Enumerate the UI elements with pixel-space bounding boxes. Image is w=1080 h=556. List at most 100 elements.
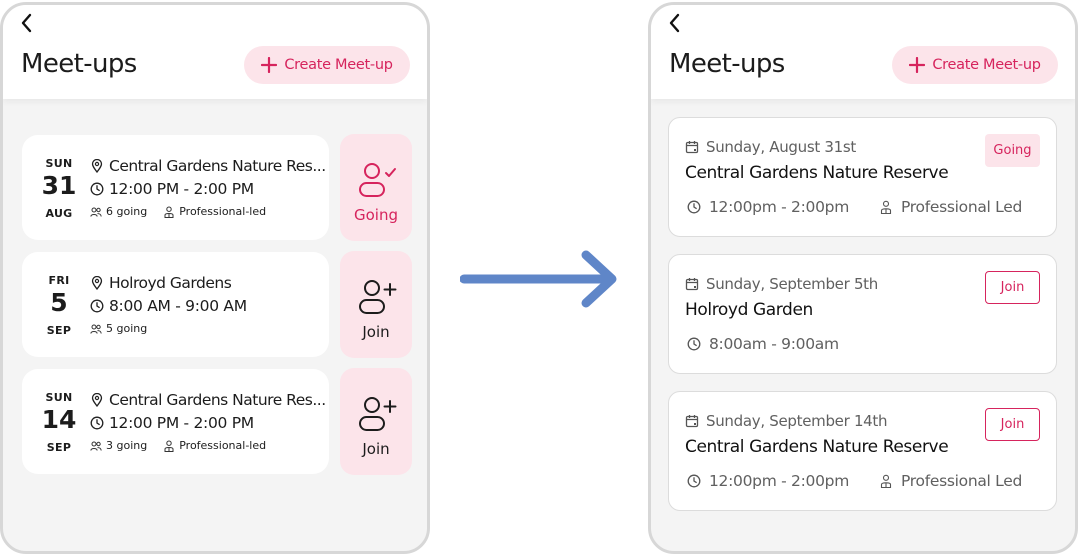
professional-icon — [880, 200, 892, 214]
clock-icon — [90, 299, 104, 313]
going-button[interactable]: Going — [985, 134, 1040, 167]
time-row: 12:00 PM - 2:00 PM — [90, 180, 254, 198]
date-block: FRI 5 SEP — [22, 252, 96, 357]
month: SEP — [46, 324, 72, 337]
clock-icon — [90, 416, 104, 430]
day-of-week: FRI — [48, 274, 70, 287]
meetup-card[interactable]: Sunday, September 14th Central Gardens N… — [668, 391, 1057, 511]
plus-icon — [261, 57, 278, 73]
time: 12:00pm - 2:00pm — [709, 198, 849, 216]
meta-row: 12:00pm - 2:00pm Professional Led — [687, 198, 1022, 216]
date-block: SUN 14 SEP — [22, 369, 96, 474]
create-meetup-button[interactable]: Create Meet-up — [892, 46, 1058, 84]
back-icon[interactable] — [17, 11, 37, 35]
month: AUG — [45, 207, 73, 220]
create-meetup-button[interactable]: Create Meet-up — [244, 46, 410, 84]
attendee-count: 3 going — [106, 439, 148, 452]
location: Holroyd Garden — [685, 300, 813, 320]
professional-tag: Professional Led — [901, 472, 1023, 490]
join-button[interactable]: Join — [340, 368, 412, 475]
meetup-date: Sunday, August 31st — [706, 138, 857, 156]
meetup-card[interactable]: SUN 31 AUG Central Gardens Nature Res...… — [22, 135, 329, 240]
time: 8:00am - 9:00am — [709, 335, 839, 353]
create-meetup-label: Create Meet-up — [932, 57, 1041, 73]
create-meetup-label: Create Meet-up — [284, 57, 393, 73]
location-row: Central Gardens Nature Res... — [90, 157, 326, 175]
people-icon — [90, 441, 102, 451]
day-of-week: SUN — [45, 157, 73, 170]
professional-icon — [164, 440, 174, 452]
header: Meet-ups Create Meet-up — [651, 5, 1075, 99]
date-block: SUN 31 AUG — [22, 135, 96, 240]
time-row: 12:00 PM - 2:00 PM — [90, 414, 254, 432]
time: 12:00 PM - 2:00 PM — [109, 414, 254, 432]
clock-icon — [90, 182, 104, 196]
location: Central Gardens Nature Reserve — [685, 437, 949, 457]
time: 12:00pm - 2:00pm — [709, 472, 849, 490]
location-pin-icon — [91, 276, 103, 290]
day-of-week: SUN — [45, 391, 73, 404]
month: SEP — [46, 441, 72, 454]
meta-row: 12:00pm - 2:00pm Professional Led — [687, 472, 1022, 490]
calendar-icon — [685, 415, 699, 428]
clock-icon — [687, 337, 701, 351]
transition-arrow-icon — [460, 250, 617, 308]
attendee-count: 5 going — [106, 322, 148, 335]
date-row: Sunday, September 14th — [685, 412, 888, 430]
location-pin-icon — [91, 393, 103, 407]
day-number: 31 — [41, 171, 77, 200]
user-check-icon — [359, 163, 396, 197]
professional-icon — [880, 474, 892, 488]
join-label: Join — [362, 440, 390, 458]
plus-icon — [909, 57, 926, 73]
professional-icon — [164, 206, 174, 218]
people-icon — [90, 207, 102, 217]
join-label: Join — [362, 323, 390, 341]
meta-row: 5 going — [90, 322, 147, 335]
page-title: Meet-ups — [21, 49, 137, 79]
phone-before: Meet-ups Create Meet-up SUN 31 AUG Centr… — [0, 2, 430, 554]
location: Central Gardens Nature Res... — [109, 391, 326, 409]
location-pin-icon — [91, 159, 103, 173]
going-button[interactable]: Going — [340, 134, 412, 241]
calendar-icon — [685, 141, 699, 154]
time: 8:00 AM - 9:00 AM — [109, 297, 247, 315]
attendee-count: 6 going — [106, 205, 148, 218]
date-row: Sunday, August 31st — [685, 138, 856, 156]
professional-tag: Professional-led — [179, 439, 267, 452]
join-button[interactable]: Join — [340, 251, 412, 358]
calendar-icon — [685, 278, 699, 291]
clock-icon — [687, 200, 701, 214]
clock-icon — [687, 474, 701, 488]
going-label: Going — [354, 206, 398, 224]
join-button[interactable]: Join — [985, 408, 1040, 441]
back-icon[interactable] — [665, 11, 685, 35]
day-number: 5 — [50, 288, 68, 317]
page-title: Meet-ups — [669, 49, 785, 79]
meetup-card[interactable]: Sunday, September 5th Holroyd Garden 8:0… — [668, 254, 1057, 374]
user-plus-icon — [359, 280, 397, 314]
meetup-card[interactable]: FRI 5 SEP Holroyd Gardens 8:00 AM - 9:00… — [22, 252, 329, 357]
meetup-card[interactable]: SUN 14 SEP Central Gardens Nature Res...… — [22, 369, 329, 474]
meetup-date: Sunday, September 5th — [706, 275, 878, 293]
professional-tag: Professional-led — [179, 205, 267, 218]
location: Central Gardens Nature Reserve — [685, 163, 949, 183]
user-plus-icon — [359, 397, 397, 431]
professional-tag: Professional Led — [901, 198, 1023, 216]
header: Meet-ups Create Meet-up — [3, 5, 427, 99]
location: Holroyd Gardens — [109, 274, 232, 292]
meta-row: 6 going Professional-led — [90, 205, 266, 218]
phone-after: Meet-ups Create Meet-up Sunday, August 3… — [648, 2, 1078, 554]
time-row: 8:00 AM - 9:00 AM — [90, 297, 247, 315]
date-row: Sunday, September 5th — [685, 275, 878, 293]
people-icon — [90, 324, 102, 334]
time: 12:00 PM - 2:00 PM — [109, 180, 254, 198]
meetup-card[interactable]: Sunday, August 31st Central Gardens Natu… — [668, 117, 1057, 237]
location: Central Gardens Nature Res... — [109, 157, 326, 175]
location-row: Central Gardens Nature Res... — [90, 391, 326, 409]
location-row: Holroyd Gardens — [90, 274, 232, 292]
meetup-date: Sunday, September 14th — [706, 412, 888, 430]
meta-row: 3 going Professional-led — [90, 439, 266, 452]
join-button[interactable]: Join — [985, 271, 1040, 304]
day-number: 14 — [41, 405, 77, 434]
